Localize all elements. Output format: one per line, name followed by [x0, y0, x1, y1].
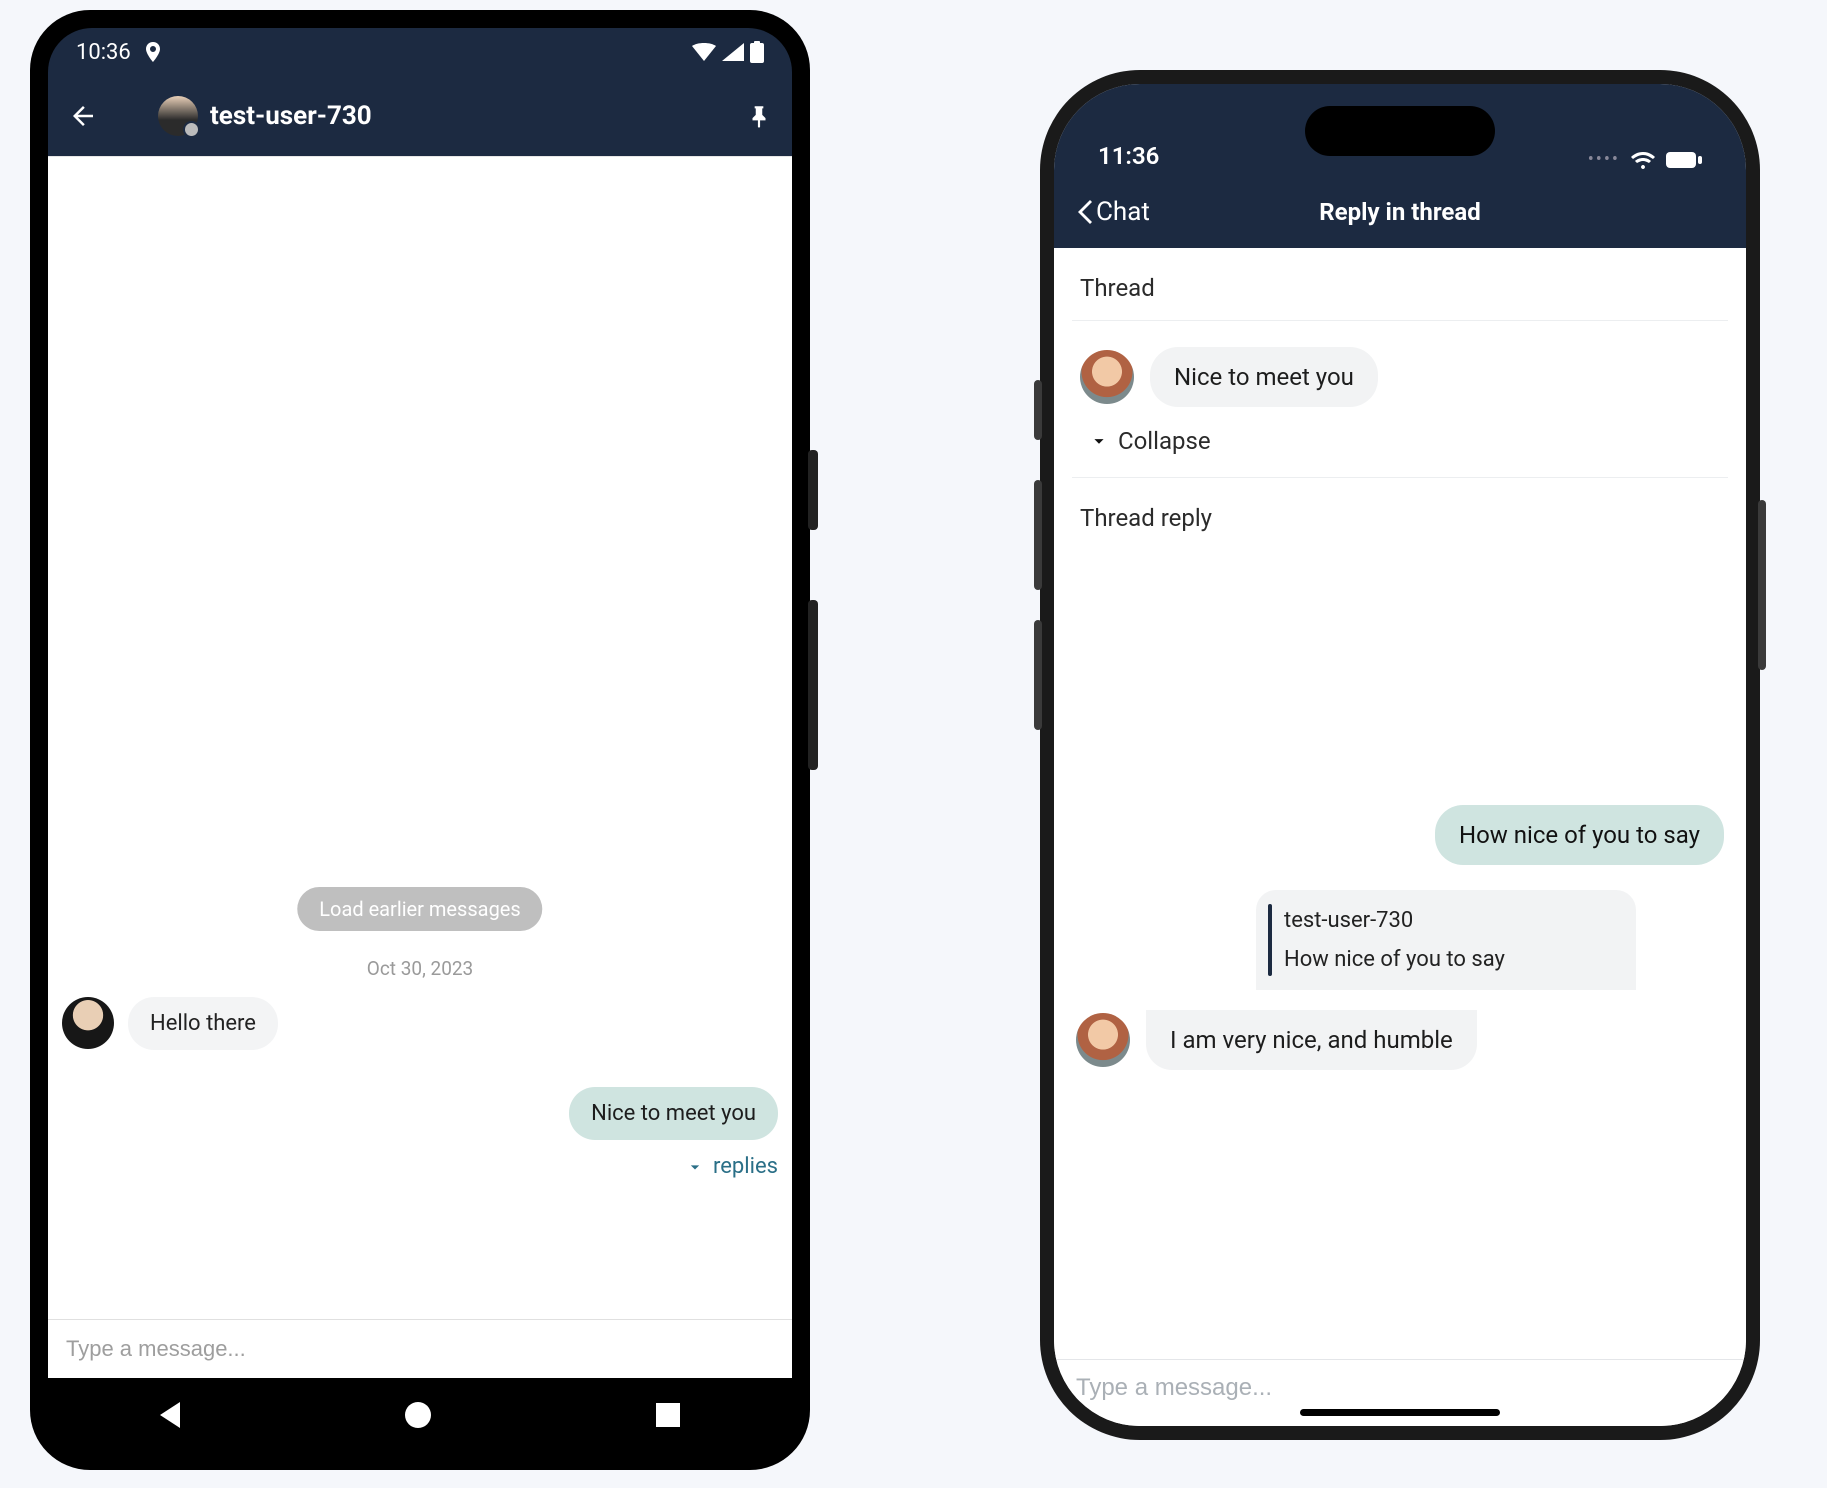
chat-header-title: test-user-730 — [210, 101, 372, 131]
chevron-left-icon — [1074, 198, 1092, 226]
battery-icon — [1666, 151, 1702, 169]
nav-recent-icon[interactable] — [656, 1403, 680, 1427]
iphone-silent-switch — [1034, 380, 1042, 440]
chevron-down-icon — [1088, 430, 1110, 452]
thread-replies-link[interactable]: replies — [685, 1154, 778, 1179]
wifi-icon — [692, 43, 716, 61]
iphone-volume-down — [1034, 620, 1042, 730]
message-bubble-outgoing[interactable]: Nice to meet you — [569, 1087, 778, 1140]
back-label: Chat — [1096, 197, 1150, 227]
android-power-button — [808, 450, 818, 530]
signal-dots-icon: •••• — [1588, 149, 1620, 170]
nav-home-icon[interactable] — [405, 1402, 431, 1428]
message-list[interactable]: Load earlier messages Oct 30, 2023 Hello… — [48, 157, 792, 1319]
thread-body: Thread Nice to meet you Collapse Thread … — [1054, 248, 1746, 1426]
nav-back-icon[interactable] — [160, 1402, 180, 1428]
pin-icon[interactable] — [746, 103, 772, 129]
quoted-message[interactable]: test-user-730 How nice of you to say — [1256, 890, 1636, 990]
android-screen: 10:36 — [48, 28, 792, 1452]
collapse-toggle[interactable]: Collapse — [1054, 417, 1746, 477]
replies-label: replies — [713, 1154, 778, 1179]
android-volume-button — [808, 600, 818, 770]
quote-bar — [1268, 904, 1272, 976]
signal-icon — [722, 43, 744, 61]
message-bubble-incoming[interactable]: Nice to meet you — [1150, 347, 1378, 407]
message-input[interactable] — [1076, 1374, 1724, 1402]
location-icon — [145, 42, 161, 62]
status-time: 11:36 — [1098, 142, 1159, 170]
date-separator: Oct 30, 2023 — [367, 957, 473, 980]
iphone-power-button — [1758, 500, 1766, 670]
message-bubble-incoming[interactable]: I am very nice, and humble — [1146, 1010, 1477, 1070]
thread-header-title: Reply in thread — [1319, 198, 1480, 226]
wifi-icon — [1630, 151, 1656, 169]
thread-reply-section-label: Thread reply — [1054, 478, 1746, 550]
message-input[interactable] — [66, 1336, 774, 1362]
thread-section-label: Thread — [1054, 248, 1746, 320]
chevron-down-icon — [685, 1157, 705, 1177]
message-incoming: Hello there — [62, 997, 278, 1050]
thread-original-message: Nice to meet you — [1054, 321, 1746, 417]
user-avatar[interactable] — [158, 96, 198, 136]
message-bubble-incoming[interactable]: Hello there — [128, 997, 278, 1050]
message-avatar[interactable] — [1080, 350, 1134, 404]
battery-icon — [750, 41, 764, 63]
thread-reply-list[interactable]: How nice of you to say test-user-730 How… — [1054, 550, 1746, 1359]
message-incoming: I am very nice, and humble — [1076, 1010, 1724, 1070]
back-button[interactable]: Chat — [1074, 197, 1150, 227]
chat-header: test-user-730 — [48, 76, 792, 156]
load-earlier-button[interactable]: Load earlier messages — [297, 887, 542, 931]
iphone-frame: 11:36 •••• Chat Reply in thread — [1040, 70, 1760, 1440]
message-outgoing: Nice to meet you replies — [569, 1087, 778, 1179]
message-bubble-outgoing[interactable]: How nice of you to say — [1435, 805, 1724, 865]
collapse-label: Collapse — [1118, 427, 1211, 455]
android-status-bar: 10:36 — [48, 28, 792, 76]
android-nav-bar — [48, 1378, 792, 1452]
iphone-screen: 11:36 •••• Chat Reply in thread — [1054, 84, 1746, 1426]
home-indicator[interactable] — [1300, 1409, 1500, 1416]
iphone-volume-up — [1034, 480, 1042, 590]
message-input-bar — [48, 1319, 792, 1378]
message-avatar[interactable] — [62, 997, 114, 1049]
android-phone-frame: 10:36 — [30, 10, 810, 1470]
thread-header: Chat Reply in thread — [1054, 176, 1746, 248]
message-avatar[interactable] — [1076, 1013, 1130, 1067]
chat-area: Load earlier messages Oct 30, 2023 Hello… — [48, 156, 792, 1378]
status-time: 10:36 — [76, 40, 131, 65]
quote-username: test-user-730 — [1284, 908, 1614, 933]
dynamic-island — [1305, 106, 1495, 156]
back-arrow-icon[interactable] — [68, 101, 98, 131]
quote-text: How nice of you to say — [1284, 947, 1614, 972]
